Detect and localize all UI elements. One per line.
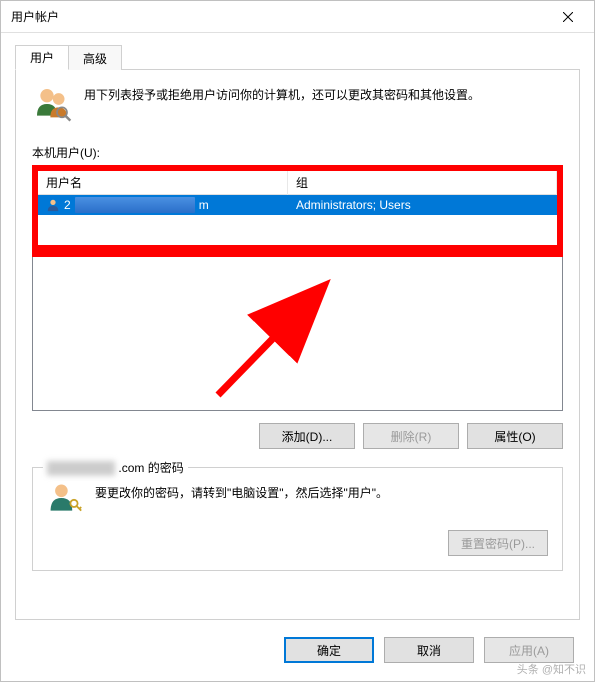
- col-username[interactable]: 用户名: [38, 171, 288, 195]
- col-group[interactable]: 组: [288, 171, 557, 195]
- user-key-icon: [47, 480, 83, 516]
- password-group: ████████ .com 的密码 要更改你的密码，请转到"电脑设置"，然后选择…: [32, 467, 563, 571]
- titlebar: 用户帐户: [1, 1, 594, 33]
- watermark-text: 头条 @知不识: [517, 661, 586, 677]
- person-icon: [46, 198, 60, 212]
- listview-empty-area[interactable]: [32, 257, 563, 411]
- cell-group: Administrators; Users: [288, 198, 557, 212]
- dialog-footer: 确定 取消 应用(A): [284, 637, 574, 663]
- password-legend: ████████ .com 的密码: [43, 459, 188, 476]
- close-button[interactable]: [545, 2, 590, 32]
- users-icon: [32, 84, 72, 124]
- intro-row: 用下列表授予或拒绝用户访问你的计算机，还可以更改其密码和其他设置。: [32, 84, 563, 124]
- apply-button[interactable]: 应用(A): [484, 637, 574, 663]
- listview-header: 用户名 组: [38, 171, 557, 195]
- title-text: 用户帐户: [11, 8, 545, 25]
- password-text: 要更改你的密码，请转到"电脑设置"，然后选择"用户"。: [95, 480, 388, 503]
- legend-suffix: .com 的密码: [118, 461, 183, 475]
- properties-button[interactable]: 属性(O): [467, 423, 563, 449]
- redacted-account: ████████: [47, 461, 115, 475]
- username-suffix: m: [199, 198, 209, 212]
- intro-text: 用下列表授予或拒绝用户访问你的计算机，还可以更改其密码和其他设置。: [84, 84, 480, 124]
- ok-button[interactable]: 确定: [284, 637, 374, 663]
- password-button-row: 重置密码(P)...: [47, 530, 548, 556]
- redacted-username: [75, 197, 195, 213]
- tab-users[interactable]: 用户: [15, 45, 69, 70]
- user-accounts-dialog: 用户帐户 用户 高级 用下列表授予或拒绝用户访问你的计算机，还可以更改其密码和其…: [0, 0, 595, 682]
- user-listview[interactable]: 用户名 组 2 m Administrat: [38, 171, 557, 251]
- content-area: 用户 高级 用下列表授予或拒绝用户访问你的计算机，还可以更改其密码和其他设置。 …: [1, 33, 594, 632]
- close-icon: [563, 12, 573, 22]
- cell-username: 2 m: [38, 197, 288, 213]
- reset-password-button[interactable]: 重置密码(P)...: [448, 530, 548, 556]
- add-button[interactable]: 添加(D)...: [259, 423, 355, 449]
- annotation-highlight: 用户名 组 2 m Administrat: [32, 165, 563, 257]
- user-buttons-row: 添加(D)... 删除(R) 属性(O): [32, 423, 563, 449]
- table-row[interactable]: 2 m Administrators; Users: [38, 195, 557, 215]
- tab-users-panel: 用下列表授予或拒绝用户访问你的计算机，还可以更改其密码和其他设置。 本机用户(U…: [15, 70, 580, 620]
- tab-advanced[interactable]: 高级: [68, 45, 122, 70]
- tab-strip: 用户 高级: [15, 45, 580, 70]
- password-body: 要更改你的密码，请转到"电脑设置"，然后选择"用户"。: [47, 480, 548, 516]
- annotation-arrow-icon: [203, 275, 343, 405]
- cancel-button[interactable]: 取消: [384, 637, 474, 663]
- username-prefix: 2: [64, 198, 71, 212]
- remove-button[interactable]: 删除(R): [363, 423, 459, 449]
- listview-empty-inside: [38, 215, 557, 251]
- local-users-label: 本机用户(U):: [32, 144, 563, 161]
